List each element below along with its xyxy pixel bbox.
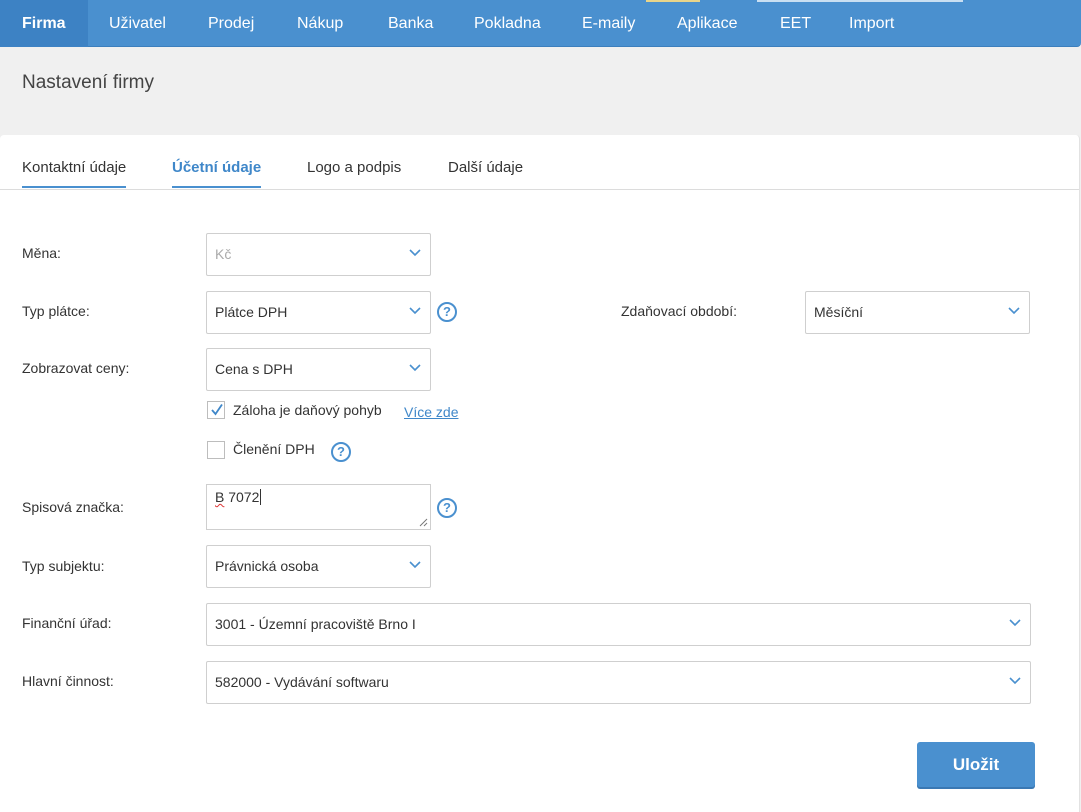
chevron-down-icon — [1009, 619, 1021, 627]
zobrazovat-ceny-label: Zobrazovat ceny: — [22, 360, 130, 376]
tab-logo-a-podpis[interactable]: Logo a podpis — [307, 159, 401, 186]
chevron-down-icon — [409, 364, 421, 372]
cleneni-dph-label: Členění DPH — [233, 441, 315, 457]
chevron-down-icon — [1009, 677, 1021, 685]
hlavni-cinnost-label: Hlavní činnost: — [22, 673, 114, 689]
hlavni-cinnost-value: 582000 - Vydávání softwaru — [215, 674, 389, 690]
nav-item-nakup[interactable]: Nákup — [297, 0, 343, 47]
help-icon[interactable]: ? — [331, 442, 351, 462]
chevron-down-icon — [409, 307, 421, 315]
mena-label: Měna: — [22, 245, 61, 261]
nav-item-pokladna[interactable]: Pokladna — [474, 0, 541, 47]
chevron-down-icon — [409, 249, 421, 257]
nav-item-aplikace[interactable]: Aplikace — [677, 0, 737, 47]
vice-zde-link[interactable]: Více zde — [404, 404, 458, 420]
financni-urad-select[interactable]: 3001 - Územní pracoviště Brno I — [206, 603, 1031, 646]
hlavni-cinnost-select[interactable]: 582000 - Vydávání softwaru — [206, 661, 1031, 704]
nav-item-banka[interactable]: Banka — [388, 0, 433, 47]
typ-platce-select[interactable]: Plátce DPH — [206, 291, 431, 334]
zaloha-checkbox[interactable] — [207, 401, 225, 419]
tab-ucetni-udaje[interactable]: Účetní údaje — [172, 159, 262, 188]
typ-subjektu-select[interactable]: Právnická osoba — [206, 545, 431, 588]
resize-handle-icon[interactable] — [419, 518, 428, 527]
typ-platce-value: Plátce DPH — [215, 304, 288, 320]
tab-kontaktni-udaje[interactable]: Kontaktní údaje — [22, 159, 127, 188]
checkmark-icon — [211, 403, 223, 416]
cleneni-dph-checkbox[interactable] — [207, 441, 225, 459]
zdanovaci-obdobi-label: Zdaňovací období: — [621, 303, 737, 319]
nav-item-firma[interactable]: Firma — [0, 0, 88, 47]
nav-item-uzivatel[interactable]: Uživatel — [109, 0, 166, 47]
settings-panel: Kontaktní údaje Účetní údaje Logo a podp… — [0, 135, 1080, 812]
spisova-znacka-label: Spisová značka: — [22, 499, 124, 515]
mena-value: Kč — [215, 246, 232, 262]
zdanovaci-obdobi-select[interactable]: Měsíční — [805, 291, 1030, 334]
spisova-znacka-textarea[interactable]: B 7072 — [206, 484, 431, 530]
zaloha-label: Záloha je daňový pohyb — [233, 402, 382, 418]
zdanovaci-obdobi-value: Měsíční — [814, 304, 864, 320]
top-navigation: Firma Uživatel Prodej Nákup Banka Poklad… — [0, 0, 1081, 47]
save-button[interactable]: Uložit — [917, 742, 1035, 787]
typ-platce-label: Typ plátce: — [22, 303, 90, 319]
nav-item-import[interactable]: Import — [849, 0, 894, 47]
spisova-znacka-value-prefix: B — [215, 489, 225, 505]
nav-item-eet[interactable]: EET — [780, 0, 811, 47]
mena-select[interactable]: Kč — [206, 233, 431, 276]
zobrazovat-ceny-select[interactable]: Cena s DPH — [206, 348, 431, 391]
tab-dalsi-udaje[interactable]: Další údaje — [448, 159, 523, 186]
tabs-divider — [0, 189, 1079, 190]
financni-urad-label: Finanční úřad: — [22, 615, 112, 631]
help-icon[interactable]: ? — [437, 302, 457, 322]
financni-urad-value: 3001 - Územní pracoviště Brno I — [215, 616, 416, 632]
nav-item-prodej[interactable]: Prodej — [208, 0, 254, 47]
nav-item-emaily[interactable]: E-maily — [582, 0, 635, 47]
typ-subjektu-label: Typ subjektu: — [22, 558, 105, 574]
chevron-down-icon — [409, 561, 421, 569]
page-title: Nastavení firmy — [22, 72, 154, 93]
chevron-down-icon — [1008, 307, 1020, 315]
typ-subjektu-value: Právnická osoba — [215, 558, 319, 574]
spisova-znacka-value: 7072 — [224, 489, 260, 505]
help-icon[interactable]: ? — [437, 498, 457, 518]
zobrazovat-ceny-value: Cena s DPH — [215, 361, 293, 377]
